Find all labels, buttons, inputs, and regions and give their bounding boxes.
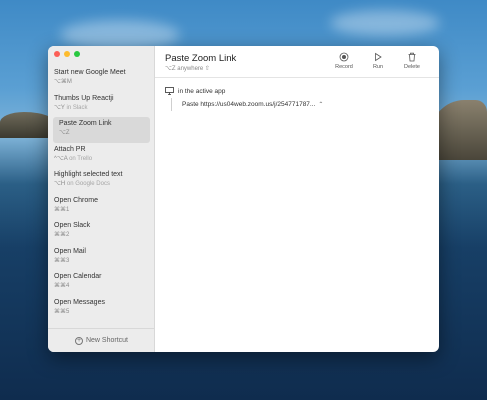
shortcut-keys: ⌘⌘5 [54, 308, 155, 317]
shortcut-key-combo: ^⌥A [54, 155, 68, 162]
shortcut-key-combo: ⌥H [54, 181, 66, 187]
shortcut-keys: ⌥Y in Slack [54, 104, 155, 113]
delete-button[interactable]: Delete [401, 52, 423, 70]
condition-label: in the active app [178, 87, 226, 95]
shortcut-key-combo: ⌘⌘3 [54, 257, 70, 264]
chevron-updown-icon[interactable]: ⌃ [318, 101, 323, 108]
zoom-button[interactable] [74, 51, 80, 57]
plus-circle-icon: + [74, 336, 83, 345]
shortcut-key-combo: ⌘⌘5 [54, 308, 70, 315]
toolbar: Record Run Delete [333, 52, 423, 70]
shortcut-key-combo: ⌘⌘1 [54, 206, 70, 213]
shortcut-title: Open Messages [54, 298, 105, 306]
play-icon [373, 52, 383, 62]
shortcut-app: in Slack [66, 104, 88, 111]
shortcut-item[interactable]: Open Mail ⌘⌘3 [48, 245, 155, 271]
shortcut-key-combo: ⌥Y [54, 104, 65, 111]
shortcut-title: Open Calendar [54, 273, 102, 280]
shortcut-app: on Trello [69, 155, 93, 162]
shortcut-title: Open Slack [54, 222, 91, 229]
action-row[interactable]: Paste https://us04web.zoom.us/j/25477178… [171, 98, 323, 111]
shortcut-title: Open Mail [54, 247, 86, 255]
shortcut-title-heading[interactable]: Paste Zoom Link [165, 53, 236, 64]
shortcut-keys: ⌘⌘2 [54, 231, 155, 240]
shortcut-item[interactable]: Open Calendar ⌘⌘4 [48, 270, 155, 296]
run-label: Run [372, 64, 384, 70]
detail-header: Paste Zoom Link ⌥Z anywhere ⇧ Record Run [155, 46, 439, 78]
record-icon [339, 52, 349, 62]
condition-row[interactable]: in the active app [165, 87, 225, 95]
shortcut-keys: ⌘⌘3 [54, 257, 155, 266]
shortcut-title: Thumbs Up Reactji [54, 94, 114, 102]
shortcut-keys: ⌘⌘4 [54, 282, 155, 291]
new-shortcut-label: New Shortcut [85, 337, 129, 344]
action-text: Paste https://us04web.zoom.us/j/25477178… [182, 101, 316, 108]
new-shortcut-button[interactable]: + New Shortcut [48, 328, 155, 352]
run-button[interactable]: Run [367, 52, 389, 70]
trash-icon [407, 52, 417, 62]
minimize-button[interactable] [64, 51, 70, 57]
shortcut-item-selected[interactable]: Paste Zoom Link ⌥Z [53, 117, 150, 143]
shortcut-title: Paste Zoom Link [59, 120, 112, 127]
record-button[interactable]: Record [333, 52, 355, 70]
monitor-icon [165, 87, 174, 95]
trigger-selector[interactable]: ⌥Z anywhere ⇧ [165, 65, 210, 72]
traffic-lights [54, 51, 80, 57]
shortcut-keys: ⌥Z [59, 129, 150, 138]
shortcut-item[interactable]: Open Chrome ⌘⌘1 [48, 194, 155, 220]
shortcut-app: on Google Docs [66, 181, 110, 187]
shortcut-keys: ⌥⌘M [54, 78, 155, 87]
shortcut-key-combo: ⌥Z [59, 130, 70, 136]
shortcut-item[interactable]: Thumbs Up Reactji ⌥Y in Slack [48, 92, 155, 118]
shortcut-keys: ^⌥A on Trello [54, 155, 155, 164]
shortcut-item[interactable]: Open Messages ⌘⌘5 [48, 296, 155, 322]
shortcut-item[interactable]: Highlight selected text ⌥H on Google Doc… [48, 168, 155, 194]
shortcut-item[interactable]: Attach PR ^⌥A on Trello [48, 143, 155, 169]
sidebar: Start new Google Meet ⌥⌘M Thumbs Up Reac… [48, 46, 155, 352]
shortcut-title: Highlight selected text [54, 171, 123, 178]
shortcut-title: Start new Google Meet [54, 69, 126, 76]
cloud [330, 10, 440, 36]
close-button[interactable] [54, 51, 60, 57]
record-label: Record [335, 64, 353, 70]
detail-pane: Paste Zoom Link ⌥Z anywhere ⇧ Record Run [155, 46, 439, 352]
shortcut-key-combo: ⌘⌘4 [54, 283, 70, 289]
shortcut-title: Open Chrome [54, 196, 98, 204]
shortcut-title: Attach PR [54, 145, 86, 153]
shortcut-item[interactable]: Open Slack ⌘⌘2 [48, 219, 155, 245]
shortcut-keys: ⌘⌘1 [54, 206, 155, 215]
shortcut-item[interactable]: Start new Google Meet ⌥⌘M [48, 66, 155, 92]
app-window: Start new Google Meet ⌥⌘M Thumbs Up Reac… [48, 46, 439, 352]
delete-label: Delete [404, 64, 420, 70]
shortcut-key-combo: ⌥⌘M [54, 79, 72, 85]
shortcut-list: Start new Google Meet ⌥⌘M Thumbs Up Reac… [48, 66, 155, 321]
shortcut-key-combo: ⌘⌘2 [54, 232, 70, 238]
shortcut-keys: ⌥H on Google Docs [54, 180, 155, 189]
